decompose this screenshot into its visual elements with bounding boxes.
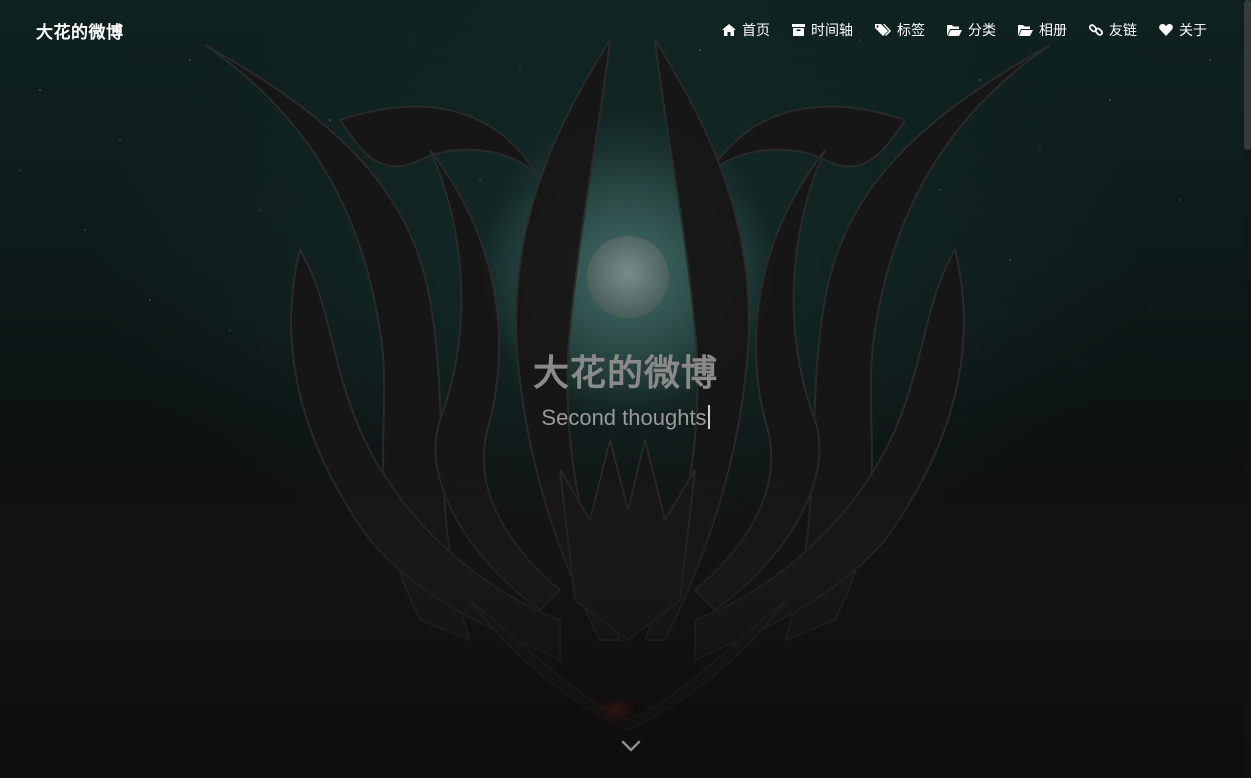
scroll-down-button[interactable] <box>620 738 642 756</box>
site-brand-link[interactable]: 大花的微博 <box>36 18 124 43</box>
nav-item-label: 关于 <box>1179 23 1207 39</box>
nav-item-label: 标签 <box>897 23 925 39</box>
nav-item-tags[interactable]: 标签 <box>875 20 925 40</box>
hero-subtitle-text: Second thoughts <box>541 405 707 430</box>
page-scrollbar[interactable] <box>1244 0 1251 778</box>
home-icon <box>722 24 736 36</box>
folder-open-icon <box>947 24 962 36</box>
archive-icon <box>792 24 805 36</box>
chevron-down-icon <box>621 740 641 752</box>
nav-item-timeline[interactable]: 时间轴 <box>792 20 853 40</box>
link-icon <box>1089 23 1103 37</box>
nav-item-label: 时间轴 <box>811 23 853 39</box>
nav-item-label: 首页 <box>742 23 770 39</box>
typing-cursor <box>707 405 710 429</box>
nav-item-links[interactable]: 友链 <box>1089 20 1137 40</box>
nav-item-label: 友链 <box>1109 23 1137 39</box>
hero-title: 大花的微博 <box>532 353 718 394</box>
tags-icon <box>875 24 891 36</box>
fog-overlay <box>0 438 1251 778</box>
hero-subtitle: Second thoughts <box>0 405 1251 431</box>
nav-item-home[interactable]: 首页 <box>722 20 770 40</box>
nav-item-album[interactable]: 相册 <box>1018 20 1067 40</box>
heart-icon <box>1159 24 1173 36</box>
nav-item-about[interactable]: 关于 <box>1159 20 1207 40</box>
nav-menu: 首页 时间轴 标签 分类 相册 友链 关于 <box>722 20 1207 40</box>
folder-open-icon <box>1018 24 1033 36</box>
nav-item-categories[interactable]: 分类 <box>947 20 996 40</box>
top-navbar: 大花的微博 首页 时间轴 标签 分类 相册 友链 关于 <box>0 0 1251 60</box>
hero-banner: 大花的微博 首页 时间轴 标签 分类 相册 友链 关于 大花的微博 Second… <box>0 0 1251 778</box>
nav-item-label: 相册 <box>1039 23 1067 39</box>
nav-item-label: 分类 <box>968 23 996 39</box>
scrollbar-thumb[interactable] <box>1244 0 1251 150</box>
